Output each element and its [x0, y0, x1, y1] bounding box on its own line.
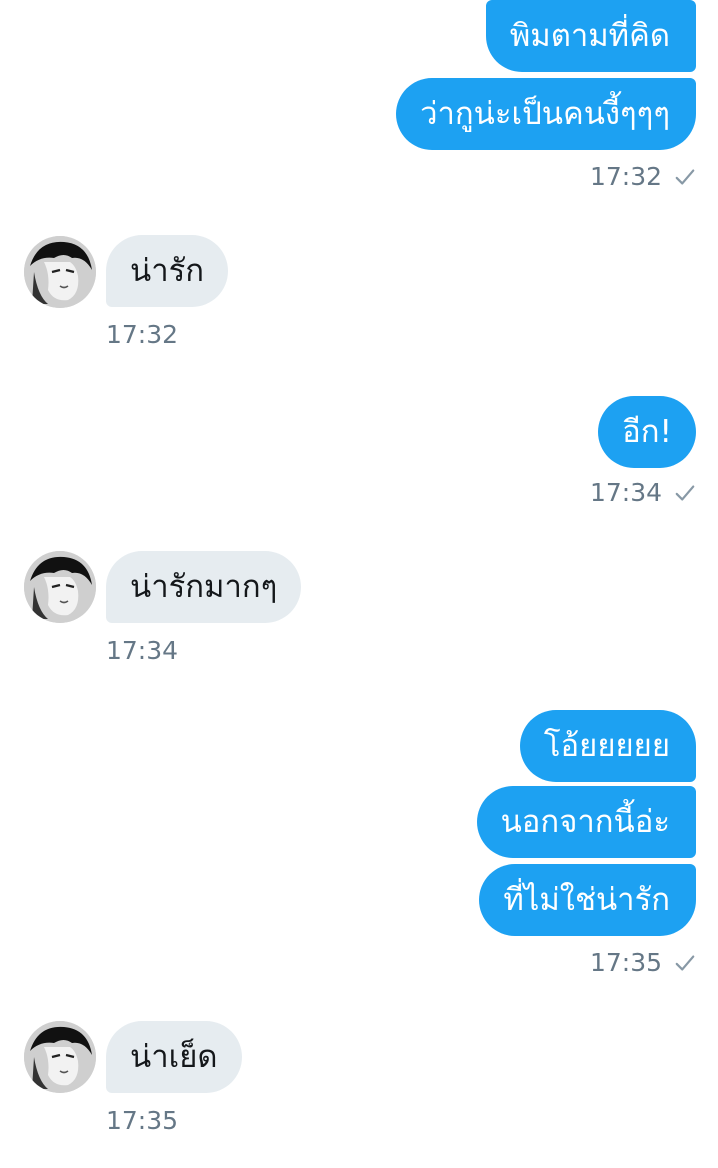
- timestamp-text: 17:32: [589, 162, 662, 191]
- outgoing-message[interactable]: โอ้ยยยยย: [519, 710, 696, 782]
- message-timestamp: 17:35: [590, 950, 696, 975]
- timestamp-text: 17:32: [106, 320, 179, 349]
- user-avatar[interactable]: [24, 1021, 96, 1093]
- user-avatar[interactable]: [24, 236, 96, 308]
- message-timestamp: 17:32: [590, 164, 696, 189]
- avatar-image: [24, 1021, 96, 1093]
- message-timestamp: 17:35: [106, 1108, 178, 1133]
- outgoing-message[interactable]: ว่ากูน่ะเป็นคนงี้ๆๆๆ: [396, 78, 696, 150]
- outgoing-message[interactable]: พิมตามที่คิด: [485, 0, 696, 72]
- message-timestamp: 17:34: [590, 480, 696, 505]
- message-timestamp: 17:32: [106, 322, 178, 347]
- incoming-message[interactable]: น่ารักมากๆ: [106, 551, 302, 623]
- message-timestamp: 17:34: [106, 638, 178, 663]
- outgoing-message[interactable]: ที่ไม่ใช่น่ารัก: [479, 864, 696, 936]
- check-icon: [675, 484, 695, 501]
- user-avatar[interactable]: [24, 551, 96, 623]
- avatar-image: [24, 551, 96, 623]
- timestamp-text: 17:34: [106, 636, 179, 665]
- avatar-image: [24, 236, 96, 308]
- timestamp-text: 17:34: [589, 478, 662, 507]
- check-icon: [675, 954, 695, 971]
- timestamp-text: 17:35: [589, 948, 662, 977]
- incoming-message[interactable]: น่ารัก: [106, 235, 229, 307]
- outgoing-message[interactable]: นอกจากนี้อ่ะ: [476, 786, 696, 858]
- check-icon: [675, 168, 695, 185]
- timestamp-text: 17:35: [106, 1106, 179, 1135]
- outgoing-message[interactable]: อีก!: [598, 396, 696, 468]
- incoming-message[interactable]: น่าเย็ด: [106, 1021, 242, 1093]
- chat-thread: พิมตามที่คิด ว่ากูน่ะเป็นคนงี้ๆๆๆ 17:32 …: [0, 0, 718, 1168]
